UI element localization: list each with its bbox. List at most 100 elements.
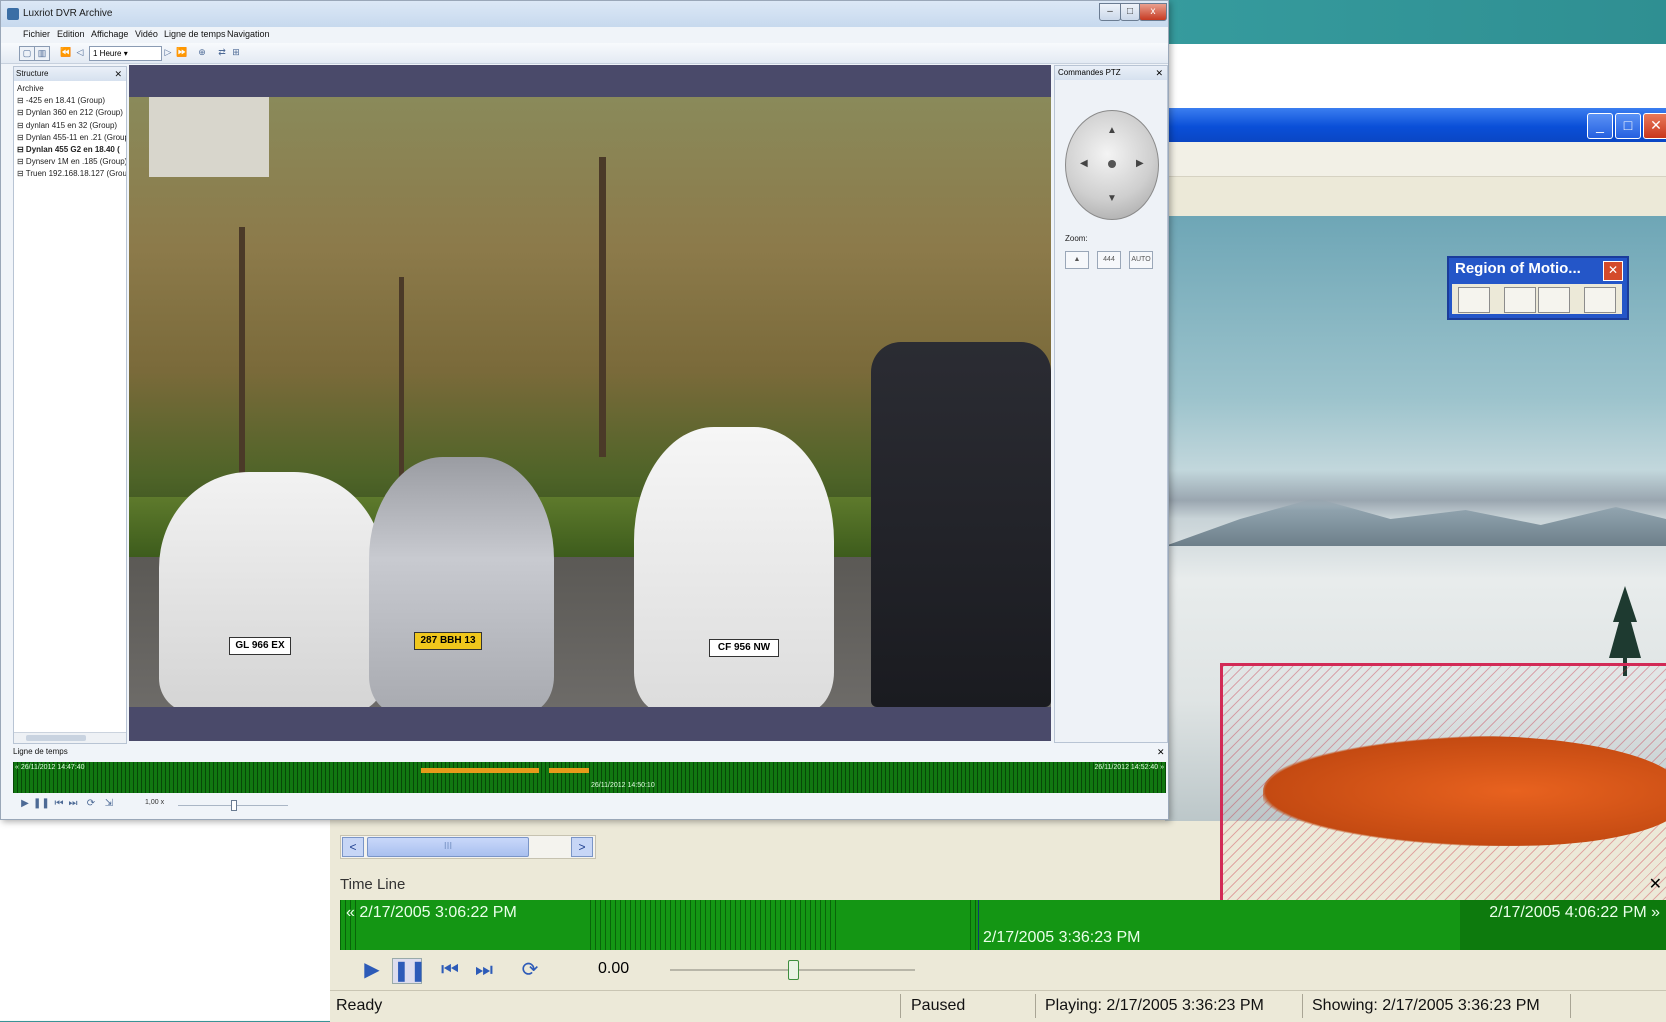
white-car: GL 966 EX bbox=[159, 472, 384, 707]
tree-item-selected[interactable]: ⊟ Dynlan 455 G2 en 18.40 ( bbox=[17, 144, 123, 156]
fast-forward-icon[interactable]: ⏩ bbox=[175, 46, 189, 59]
structure-scrollbar[interactable] bbox=[14, 732, 126, 743]
mountain-range bbox=[1165, 498, 1666, 546]
speed-slider-knob[interactable] bbox=[787, 960, 799, 980]
tree-trunk bbox=[599, 157, 606, 457]
tree-trunk bbox=[239, 227, 245, 497]
zoom-out-button[interactable]: 444 bbox=[1097, 251, 1121, 269]
skip-back-icon[interactable]: ⏮ bbox=[436, 958, 464, 982]
ptz-joystick[interactable]: ▲ ▼ ◀ ▶ bbox=[1065, 110, 1159, 220]
structure-header: Structure ✕ bbox=[14, 67, 126, 81]
timeline-close-icon[interactable]: ✕ bbox=[1157, 747, 1165, 758]
menu-affichage[interactable]: Affichage bbox=[91, 29, 128, 39]
timeline-end-label: 2/17/2005 4:06:22 PM » bbox=[1489, 904, 1660, 921]
minimize-button[interactable]: – bbox=[1099, 3, 1121, 21]
play-icon[interactable]: ▶ bbox=[19, 798, 31, 810]
black-van bbox=[871, 342, 1051, 707]
back-timeline-bar[interactable]: « 2/17/2005 3:06:22 PM 2/17/2005 4:06:22… bbox=[340, 900, 1666, 950]
clear-region-icon[interactable] bbox=[1584, 287, 1616, 313]
ptz-panel: Commandes PTZ ✕ ▲ ▼ ◀ ▶ Zoom: ▲ 444 AUTO bbox=[1054, 65, 1168, 743]
back-horizontal-scrollbar[interactable]: < III > bbox=[340, 835, 596, 859]
remove-region-icon[interactable] bbox=[1538, 287, 1570, 313]
window-title: Luxriot DVR Archive bbox=[23, 8, 113, 19]
layout-split-icon[interactable]: ▥ bbox=[34, 46, 50, 61]
scroll-right-button[interactable]: > bbox=[571, 837, 593, 857]
front-timeline-bar[interactable]: « 26/11/2012 14:47:40 26/11/2012 14:52:4… bbox=[13, 762, 1166, 793]
scroll-left-button[interactable]: < bbox=[342, 837, 364, 857]
tree-item[interactable]: ⊟ Truen 192.168.18.127 (Group) bbox=[17, 168, 126, 180]
snapshot-icon[interactable]: ⊞ bbox=[229, 46, 243, 59]
minimize-button[interactable]: _ bbox=[1587, 113, 1613, 139]
back-window-titlebar[interactable]: _ □ ✕ bbox=[1165, 108, 1666, 142]
export-icon[interactable]: ⇄ bbox=[215, 46, 229, 59]
menu-video[interactable]: Vidéo bbox=[135, 29, 158, 39]
tree-item[interactable]: ⊟ dynlan 415 en 32 (Group) bbox=[17, 120, 123, 132]
app-icon bbox=[7, 8, 19, 20]
timeline-label: Time Line bbox=[340, 876, 406, 893]
region-of-motion-panel[interactable]: Region of Motio... ✕ bbox=[1447, 256, 1629, 320]
play-icon[interactable]: ▶ bbox=[358, 958, 386, 982]
structure-scroll-thumb[interactable] bbox=[26, 735, 86, 741]
scroll-thumb[interactable]: III bbox=[367, 837, 529, 857]
add-region-icon[interactable] bbox=[1504, 287, 1536, 313]
rewind-icon[interactable]: ⏪ bbox=[59, 46, 73, 59]
menu-navigation[interactable]: Navigation bbox=[227, 29, 270, 39]
speed-slider-knob[interactable] bbox=[231, 800, 237, 811]
maximize-button[interactable]: □ bbox=[1120, 3, 1140, 21]
skip-forward-icon[interactable]: ⏭ bbox=[67, 798, 79, 810]
zoom-auto-button[interactable]: AUTO bbox=[1129, 251, 1153, 269]
ptz-close-icon[interactable]: ✕ bbox=[1155, 66, 1163, 80]
export-icon[interactable]: ⇲ bbox=[103, 798, 115, 810]
loop-icon[interactable]: ⟳ bbox=[85, 798, 97, 810]
motion-region-overlay[interactable] bbox=[1220, 663, 1666, 907]
license-plate: GL 966 EX bbox=[229, 637, 291, 655]
step-back-icon[interactable]: ◁ bbox=[73, 46, 87, 59]
menu-ligne-de-temps[interactable]: Ligne de temps bbox=[164, 29, 226, 39]
skip-back-icon[interactable]: ⏮ bbox=[53, 798, 65, 810]
sync-icon[interactable]: ⊕ bbox=[195, 46, 209, 59]
status-showing: Showing: 2/17/2005 3:36:23 PM bbox=[1312, 997, 1540, 1014]
interval-select[interactable]: 1 Heure ▾ bbox=[89, 46, 162, 61]
step-forward-icon[interactable]: ▷ bbox=[161, 46, 175, 59]
close-button[interactable]: ✕ bbox=[1643, 113, 1666, 139]
close-button[interactable]: x bbox=[1139, 3, 1167, 21]
recording-segment bbox=[421, 768, 539, 773]
pause-icon[interactable]: ❚❚ bbox=[33, 798, 50, 810]
status-playing: Playing: 2/17/2005 3:36:23 PM bbox=[1045, 997, 1264, 1014]
tree-item[interactable]: ⊟ Dynlan 455-11 en .21 (Group) bbox=[17, 132, 126, 144]
tree-root[interactable]: Archive bbox=[17, 83, 123, 95]
timeline-label: Ligne de temps bbox=[13, 747, 68, 756]
select-region-icon[interactable] bbox=[1458, 287, 1490, 313]
pan-right-icon[interactable]: ▶ bbox=[1136, 158, 1144, 169]
menu-edition[interactable]: Edition bbox=[57, 29, 85, 39]
pause-icon[interactable]: ❚❚ bbox=[392, 958, 427, 984]
loop-icon[interactable]: ⟳ bbox=[516, 958, 544, 982]
status-separator bbox=[1035, 994, 1036, 1018]
zoom-in-button[interactable]: ▲ bbox=[1065, 251, 1089, 269]
timeline-cursor[interactable] bbox=[978, 900, 979, 950]
timeline-start-label: « 2/17/2005 3:06:22 PM bbox=[346, 904, 517, 921]
layout-single-icon[interactable]: ▢ bbox=[19, 46, 35, 61]
timeline-end-label: 26/11/2012 14:52:40 » bbox=[1094, 764, 1164, 771]
tree-trunk bbox=[399, 277, 404, 497]
tree-item[interactable]: ⊟ Dynserv 1M en .185 (Group) bbox=[17, 156, 126, 168]
menu-fichier[interactable]: Fichier bbox=[23, 29, 50, 39]
front-window-titlebar[interactable]: Luxriot DVR Archive – □ x bbox=[1, 1, 1168, 27]
back-playback-controls: ▶ ❚❚ ⏮ ⏭ ⟳ 0.00 bbox=[340, 950, 1666, 990]
status-paused: Paused bbox=[911, 997, 966, 1014]
tree-item[interactable]: ⊟ -425 en 18.41 (Group) bbox=[17, 95, 123, 107]
pan-down-icon[interactable]: ▼ bbox=[1107, 193, 1117, 204]
structure-close-icon[interactable]: ✕ bbox=[114, 67, 122, 81]
joystick-center[interactable] bbox=[1108, 160, 1116, 168]
pan-left-icon[interactable]: ◀ bbox=[1080, 158, 1088, 169]
timeline-segment bbox=[840, 900, 970, 950]
maximize-button[interactable]: □ bbox=[1615, 113, 1641, 139]
timeline-close-icon[interactable]: ✕ bbox=[1649, 874, 1662, 894]
white-citroen: CF 956 NW bbox=[634, 427, 834, 707]
skip-forward-icon[interactable]: ⏭ bbox=[470, 958, 498, 982]
pan-up-icon[interactable]: ▲ bbox=[1107, 125, 1117, 136]
menu-bar: Fichier Edition Affichage Vidéo Ligne de… bbox=[1, 27, 1168, 41]
region-panel-close-icon[interactable]: ✕ bbox=[1603, 261, 1623, 281]
tree-item[interactable]: ⊟ Dynlan 360 en 212 (Group) bbox=[17, 107, 123, 119]
camera-video-view[interactable]: GL 966 EX 287 BBH 13 CF 956 NW bbox=[129, 97, 1051, 707]
